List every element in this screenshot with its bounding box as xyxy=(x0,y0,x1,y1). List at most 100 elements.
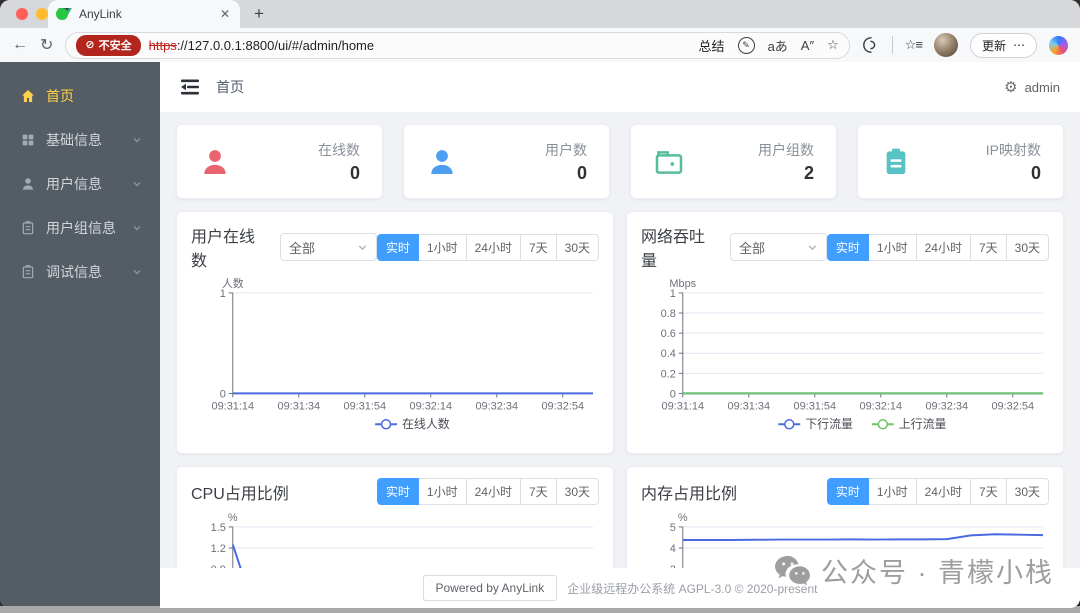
stat-card-users: 用户数 0 xyxy=(403,124,610,199)
users-online-chart[interactable]: 人数 0 1 09:31:14 09:31:34 09:31:54 09:32:14 09:3… xyxy=(191,277,599,442)
svg-text:09:31:14: 09:31:14 xyxy=(212,400,255,412)
compose-icon[interactable]: ✎ xyxy=(737,36,755,54)
svg-text:0: 0 xyxy=(220,388,226,400)
svg-text:09:32:34: 09:32:34 xyxy=(475,400,518,412)
svg-text:上行流量: 上行流量 xyxy=(899,417,947,431)
svg-text:0.8: 0.8 xyxy=(661,308,676,320)
range-button-7天[interactable]: 7天 xyxy=(519,233,557,261)
translate-icon[interactable]: aあ xyxy=(768,36,788,55)
range-button-group: 实时 1小时 24小时 7天 30天 xyxy=(376,233,599,261)
range-button-1小时[interactable]: 1小时 xyxy=(417,233,467,261)
chart-filter-select[interactable]: 全部 xyxy=(729,233,827,261)
new-tab-button[interactable]: + xyxy=(254,4,264,24)
panel-title: 内存占用比例 xyxy=(641,485,738,503)
close-window-button[interactable] xyxy=(16,8,28,20)
tab-title: AnyLink xyxy=(79,7,122,21)
sidebar-item-user-info[interactable]: 用户信息 xyxy=(0,162,160,206)
svg-text:09:32:14: 09:32:14 xyxy=(859,400,902,412)
svg-text:0.6: 0.6 xyxy=(661,328,676,340)
svg-text:0: 0 xyxy=(670,388,676,400)
range-button-实时[interactable]: 实时 xyxy=(376,233,419,261)
stat-label: 在线数 xyxy=(318,141,360,158)
wechat-icon xyxy=(775,555,810,585)
gear-icon[interactable]: ⚙ xyxy=(1004,78,1017,96)
stat-label: IP映射数 xyxy=(985,141,1041,158)
browser-tab[interactable]: AnyLink ✕ xyxy=(48,0,240,28)
svg-text:09:31:54: 09:31:54 xyxy=(793,400,836,412)
powered-by-badge: Powered by AnyLink xyxy=(422,575,558,601)
range-button-实时[interactable]: 实时 xyxy=(826,478,869,506)
range-button-24小时[interactable]: 24小时 xyxy=(915,478,971,506)
svg-text:%: % xyxy=(228,512,238,524)
security-badge[interactable]: ⊘ 不安全 xyxy=(76,34,141,56)
back-icon[interactable]: ← xyxy=(12,36,28,54)
favorite-star-icon[interactable]: ☆ xyxy=(827,37,839,53)
breadcrumb[interactable]: 首页 xyxy=(216,77,244,97)
clipboard-icon xyxy=(22,265,34,279)
stat-card-user-groups: 用户组数 2 xyxy=(630,124,837,199)
range-button-1小时[interactable]: 1小时 xyxy=(867,478,917,506)
range-button-1小时[interactable]: 1小时 xyxy=(867,233,917,261)
maximize-window-button[interactable] xyxy=(56,8,68,20)
range-button-1小时[interactable]: 1小时 xyxy=(417,478,467,506)
username[interactable]: admin xyxy=(1025,80,1060,95)
favorites-bar-icon[interactable]: ☆≡ xyxy=(905,37,923,53)
tab-close-icon[interactable]: ✕ xyxy=(220,7,230,21)
chevron-down-icon xyxy=(133,182,141,187)
range-button-group: 实时 1小时 24小时 7天 30天 xyxy=(826,233,1049,261)
stat-card-online: 在线数 0 xyxy=(176,124,383,199)
range-button-7天[interactable]: 7天 xyxy=(969,233,1007,261)
main-area: 首页 ⚙ admin 在线数 0 用户数 0 用户组数 2 IP映射数 0 用户… xyxy=(160,62,1080,608)
range-button-24小时[interactable]: 24小时 xyxy=(915,233,971,261)
collapse-menu-icon[interactable] xyxy=(180,78,200,96)
chart-filter-select[interactable]: 全部 xyxy=(279,233,377,261)
dashboard-content: 在线数 0 用户数 0 用户组数 2 IP映射数 0 用户在线数 全部 实时 1… xyxy=(160,112,1080,608)
profile-avatar[interactable] xyxy=(933,33,958,57)
svg-text:09:31:34: 09:31:34 xyxy=(278,400,321,412)
browser-window: AnyLink ✕ + ← ↻ ⊘ 不安全 https://127.0.0.1:8… xyxy=(0,0,1080,608)
range-button-7天[interactable]: 7天 xyxy=(519,478,557,506)
svg-text:在线人数: 在线人数 xyxy=(402,416,450,431)
sidebar-item-user-group-info[interactable]: 用户组信息 xyxy=(0,206,160,250)
reload-icon[interactable]: ↻ xyxy=(40,35,53,55)
sidebar: 首页 基础信息 用户信息 用户组信息 调试信息 xyxy=(0,62,160,608)
sidebar-item-debug-info[interactable]: 调试信息 xyxy=(0,250,160,294)
range-button-30天[interactable]: 30天 xyxy=(1005,233,1049,261)
copilot-icon[interactable] xyxy=(1049,35,1068,55)
minimize-window-button[interactable] xyxy=(36,8,48,20)
sidebar-item-home[interactable]: 首页 xyxy=(0,74,160,118)
clipboard-icon xyxy=(886,148,906,174)
svg-text:09:32:34: 09:32:34 xyxy=(925,400,968,412)
summarize-button[interactable]: 总结 xyxy=(699,36,725,55)
browser-toolbar: ← ↻ ⊘ 不安全 https://127.0.0.1:8800/ui/#/adm… xyxy=(0,28,1080,62)
range-button-24小时[interactable]: 24小时 xyxy=(465,233,521,261)
user-icon xyxy=(23,178,33,190)
browser-essentials-icon[interactable] xyxy=(862,36,880,54)
svg-text:09:32:54: 09:32:54 xyxy=(541,400,584,412)
range-button-24小时[interactable]: 24小时 xyxy=(465,478,521,506)
more-icon[interactable]: ⋯ xyxy=(1013,38,1025,52)
range-button-30天[interactable]: 30天 xyxy=(1005,478,1049,506)
read-aloud-icon[interactable]: A″ xyxy=(801,38,814,53)
range-button-7天[interactable]: 7天 xyxy=(969,478,1007,506)
not-secure-icon: ⊘ xyxy=(85,39,95,51)
network-throughput-chart[interactable]: Mbps 0 0.2 0.4 0.6 0.8 1 09:31:14 09:31:34 09:31:… xyxy=(641,277,1049,442)
range-button-30天[interactable]: 30天 xyxy=(555,233,599,261)
stat-value: 0 xyxy=(349,162,360,183)
svg-text:1.2: 1.2 xyxy=(211,543,226,555)
clipboard-icon xyxy=(22,221,34,235)
stat-value: 0 xyxy=(1030,162,1041,183)
toolbar-divider xyxy=(891,36,893,54)
range-button-实时[interactable]: 实时 xyxy=(376,478,419,506)
address-bar[interactable]: ⊘ 不安全 https://127.0.0.1:8800/ui/#/admin/h… xyxy=(65,31,850,59)
svg-text:09:32:14: 09:32:14 xyxy=(409,400,452,412)
range-button-实时[interactable]: 实时 xyxy=(826,233,869,261)
svg-text:%: % xyxy=(678,512,688,524)
sidebar-item-basic-info[interactable]: 基础信息 xyxy=(0,118,160,162)
update-button[interactable]: 更新 ⋯ xyxy=(969,32,1037,58)
svg-text:09:31:34: 09:31:34 xyxy=(728,400,771,412)
range-button-30天[interactable]: 30天 xyxy=(555,478,599,506)
svg-text:09:32:54: 09:32:54 xyxy=(991,400,1034,412)
stat-label: 用户组数 xyxy=(758,141,814,158)
user-icon xyxy=(204,149,226,174)
